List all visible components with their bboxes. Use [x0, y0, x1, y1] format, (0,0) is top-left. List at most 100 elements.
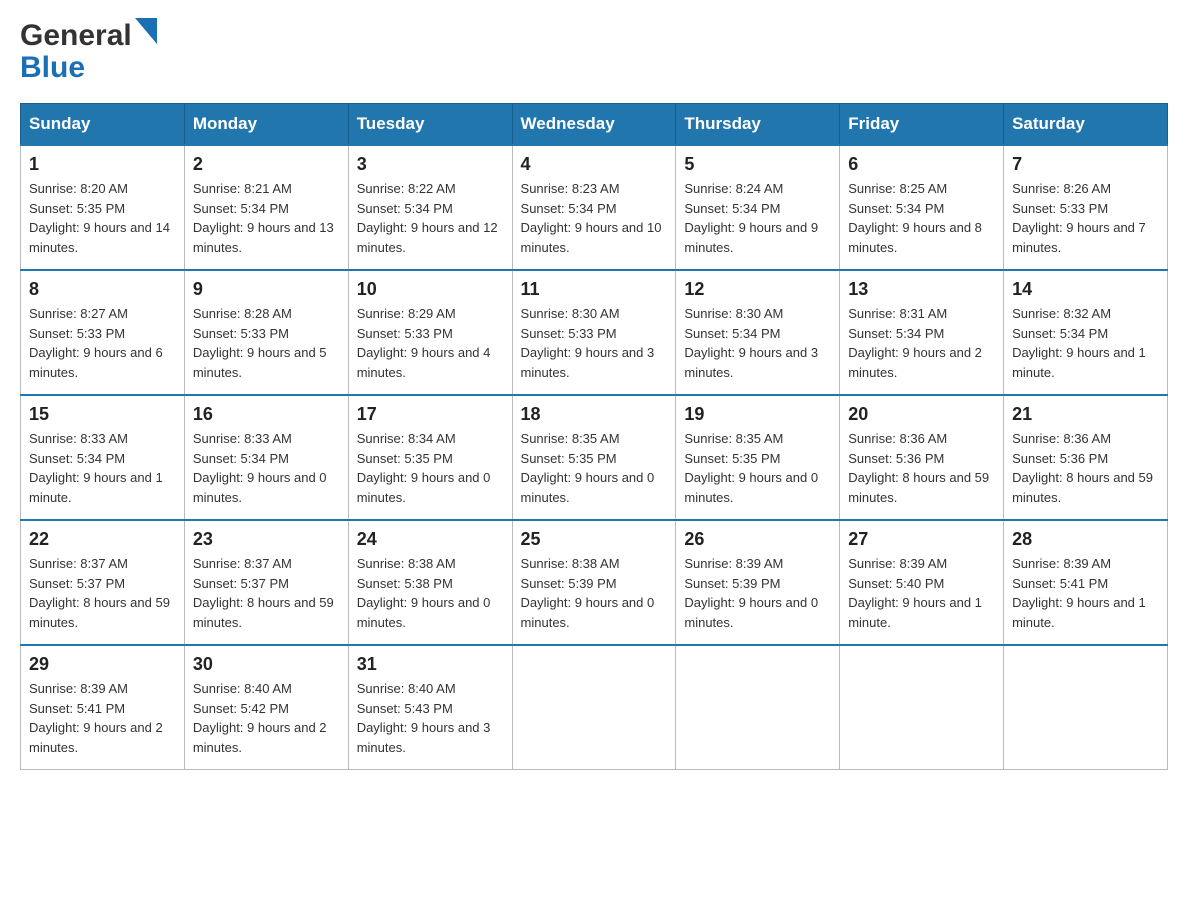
logo-general-text: General	[20, 21, 132, 51]
day-info: Sunrise: 8:40 AM Sunset: 5:43 PM Dayligh…	[357, 679, 504, 757]
calendar-cell: 18 Sunrise: 8:35 AM Sunset: 5:35 PM Dayl…	[512, 395, 676, 520]
day-info: Sunrise: 8:32 AM Sunset: 5:34 PM Dayligh…	[1012, 304, 1159, 382]
calendar-cell: 29 Sunrise: 8:39 AM Sunset: 5:41 PM Dayl…	[21, 645, 185, 770]
logo-blue-text: Blue	[20, 51, 85, 85]
col-friday: Friday	[840, 104, 1004, 146]
day-number: 15	[29, 404, 176, 425]
day-number: 10	[357, 279, 504, 300]
calendar-cell: 13 Sunrise: 8:31 AM Sunset: 5:34 PM Dayl…	[840, 270, 1004, 395]
calendar-cell: 19 Sunrise: 8:35 AM Sunset: 5:35 PM Dayl…	[676, 395, 840, 520]
day-info: Sunrise: 8:39 AM Sunset: 5:40 PM Dayligh…	[848, 554, 995, 632]
calendar-cell: 4 Sunrise: 8:23 AM Sunset: 5:34 PM Dayli…	[512, 145, 676, 270]
calendar-header-row: Sunday Monday Tuesday Wednesday Thursday…	[21, 104, 1168, 146]
calendar-cell: 28 Sunrise: 8:39 AM Sunset: 5:41 PM Dayl…	[1004, 520, 1168, 645]
calendar-cell: 5 Sunrise: 8:24 AM Sunset: 5:34 PM Dayli…	[676, 145, 840, 270]
day-number: 14	[1012, 279, 1159, 300]
col-tuesday: Tuesday	[348, 104, 512, 146]
day-info: Sunrise: 8:35 AM Sunset: 5:35 PM Dayligh…	[521, 429, 668, 507]
calendar-cell	[1004, 645, 1168, 770]
day-number: 2	[193, 154, 340, 175]
calendar-cell: 16 Sunrise: 8:33 AM Sunset: 5:34 PM Dayl…	[184, 395, 348, 520]
day-info: Sunrise: 8:33 AM Sunset: 5:34 PM Dayligh…	[29, 429, 176, 507]
calendar-cell	[840, 645, 1004, 770]
day-info: Sunrise: 8:30 AM Sunset: 5:33 PM Dayligh…	[521, 304, 668, 382]
calendar-cell: 10 Sunrise: 8:29 AM Sunset: 5:33 PM Dayl…	[348, 270, 512, 395]
day-number: 17	[357, 404, 504, 425]
day-number: 19	[684, 404, 831, 425]
day-number: 6	[848, 154, 995, 175]
week-row-2: 8 Sunrise: 8:27 AM Sunset: 5:33 PM Dayli…	[21, 270, 1168, 395]
day-info: Sunrise: 8:27 AM Sunset: 5:33 PM Dayligh…	[29, 304, 176, 382]
calendar-cell: 26 Sunrise: 8:39 AM Sunset: 5:39 PM Dayl…	[676, 520, 840, 645]
day-info: Sunrise: 8:36 AM Sunset: 5:36 PM Dayligh…	[848, 429, 995, 507]
calendar-cell: 1 Sunrise: 8:20 AM Sunset: 5:35 PM Dayli…	[21, 145, 185, 270]
day-info: Sunrise: 8:24 AM Sunset: 5:34 PM Dayligh…	[684, 179, 831, 257]
day-info: Sunrise: 8:29 AM Sunset: 5:33 PM Dayligh…	[357, 304, 504, 382]
day-info: Sunrise: 8:21 AM Sunset: 5:34 PM Dayligh…	[193, 179, 340, 257]
page-header: General Blue	[20, 20, 1168, 85]
day-number: 28	[1012, 529, 1159, 550]
day-info: Sunrise: 8:22 AM Sunset: 5:34 PM Dayligh…	[357, 179, 504, 257]
calendar-cell: 30 Sunrise: 8:40 AM Sunset: 5:42 PM Dayl…	[184, 645, 348, 770]
calendar-cell: 6 Sunrise: 8:25 AM Sunset: 5:34 PM Dayli…	[840, 145, 1004, 270]
day-number: 30	[193, 654, 340, 675]
calendar-cell: 22 Sunrise: 8:37 AM Sunset: 5:37 PM Dayl…	[21, 520, 185, 645]
col-saturday: Saturday	[1004, 104, 1168, 146]
day-number: 23	[193, 529, 340, 550]
calendar-cell: 3 Sunrise: 8:22 AM Sunset: 5:34 PM Dayli…	[348, 145, 512, 270]
day-number: 31	[357, 654, 504, 675]
day-info: Sunrise: 8:38 AM Sunset: 5:39 PM Dayligh…	[521, 554, 668, 632]
day-info: Sunrise: 8:34 AM Sunset: 5:35 PM Dayligh…	[357, 429, 504, 507]
day-number: 26	[684, 529, 831, 550]
col-sunday: Sunday	[21, 104, 185, 146]
calendar-cell: 24 Sunrise: 8:38 AM Sunset: 5:38 PM Dayl…	[348, 520, 512, 645]
day-number: 9	[193, 279, 340, 300]
day-number: 13	[848, 279, 995, 300]
day-info: Sunrise: 8:39 AM Sunset: 5:41 PM Dayligh…	[29, 679, 176, 757]
day-number: 5	[684, 154, 831, 175]
calendar-cell: 2 Sunrise: 8:21 AM Sunset: 5:34 PM Dayli…	[184, 145, 348, 270]
week-row-1: 1 Sunrise: 8:20 AM Sunset: 5:35 PM Dayli…	[21, 145, 1168, 270]
calendar-cell: 31 Sunrise: 8:40 AM Sunset: 5:43 PM Dayl…	[348, 645, 512, 770]
day-info: Sunrise: 8:25 AM Sunset: 5:34 PM Dayligh…	[848, 179, 995, 257]
day-number: 3	[357, 154, 504, 175]
col-wednesday: Wednesday	[512, 104, 676, 146]
day-number: 29	[29, 654, 176, 675]
day-info: Sunrise: 8:28 AM Sunset: 5:33 PM Dayligh…	[193, 304, 340, 382]
day-info: Sunrise: 8:33 AM Sunset: 5:34 PM Dayligh…	[193, 429, 340, 507]
day-info: Sunrise: 8:37 AM Sunset: 5:37 PM Dayligh…	[29, 554, 176, 632]
day-info: Sunrise: 8:30 AM Sunset: 5:34 PM Dayligh…	[684, 304, 831, 382]
calendar-cell: 9 Sunrise: 8:28 AM Sunset: 5:33 PM Dayli…	[184, 270, 348, 395]
day-info: Sunrise: 8:37 AM Sunset: 5:37 PM Dayligh…	[193, 554, 340, 632]
logo-arrow-icon	[135, 18, 157, 49]
day-number: 1	[29, 154, 176, 175]
day-number: 24	[357, 529, 504, 550]
day-info: Sunrise: 8:39 AM Sunset: 5:41 PM Dayligh…	[1012, 554, 1159, 632]
day-info: Sunrise: 8:26 AM Sunset: 5:33 PM Dayligh…	[1012, 179, 1159, 257]
day-number: 12	[684, 279, 831, 300]
day-number: 25	[521, 529, 668, 550]
day-number: 8	[29, 279, 176, 300]
calendar-cell: 23 Sunrise: 8:37 AM Sunset: 5:37 PM Dayl…	[184, 520, 348, 645]
calendar-cell	[512, 645, 676, 770]
day-info: Sunrise: 8:40 AM Sunset: 5:42 PM Dayligh…	[193, 679, 340, 757]
day-info: Sunrise: 8:38 AM Sunset: 5:38 PM Dayligh…	[357, 554, 504, 632]
day-number: 4	[521, 154, 668, 175]
calendar-cell: 14 Sunrise: 8:32 AM Sunset: 5:34 PM Dayl…	[1004, 270, 1168, 395]
logo: General Blue	[20, 20, 157, 85]
calendar-cell: 7 Sunrise: 8:26 AM Sunset: 5:33 PM Dayli…	[1004, 145, 1168, 270]
day-info: Sunrise: 8:23 AM Sunset: 5:34 PM Dayligh…	[521, 179, 668, 257]
calendar-cell: 8 Sunrise: 8:27 AM Sunset: 5:33 PM Dayli…	[21, 270, 185, 395]
calendar-cell: 27 Sunrise: 8:39 AM Sunset: 5:40 PM Dayl…	[840, 520, 1004, 645]
calendar-cell: 21 Sunrise: 8:36 AM Sunset: 5:36 PM Dayl…	[1004, 395, 1168, 520]
day-number: 22	[29, 529, 176, 550]
day-info: Sunrise: 8:31 AM Sunset: 5:34 PM Dayligh…	[848, 304, 995, 382]
day-number: 21	[1012, 404, 1159, 425]
week-row-4: 22 Sunrise: 8:37 AM Sunset: 5:37 PM Dayl…	[21, 520, 1168, 645]
calendar-cell: 20 Sunrise: 8:36 AM Sunset: 5:36 PM Dayl…	[840, 395, 1004, 520]
day-number: 11	[521, 279, 668, 300]
calendar-table: Sunday Monday Tuesday Wednesday Thursday…	[20, 103, 1168, 770]
day-number: 20	[848, 404, 995, 425]
calendar-cell: 12 Sunrise: 8:30 AM Sunset: 5:34 PM Dayl…	[676, 270, 840, 395]
day-number: 27	[848, 529, 995, 550]
